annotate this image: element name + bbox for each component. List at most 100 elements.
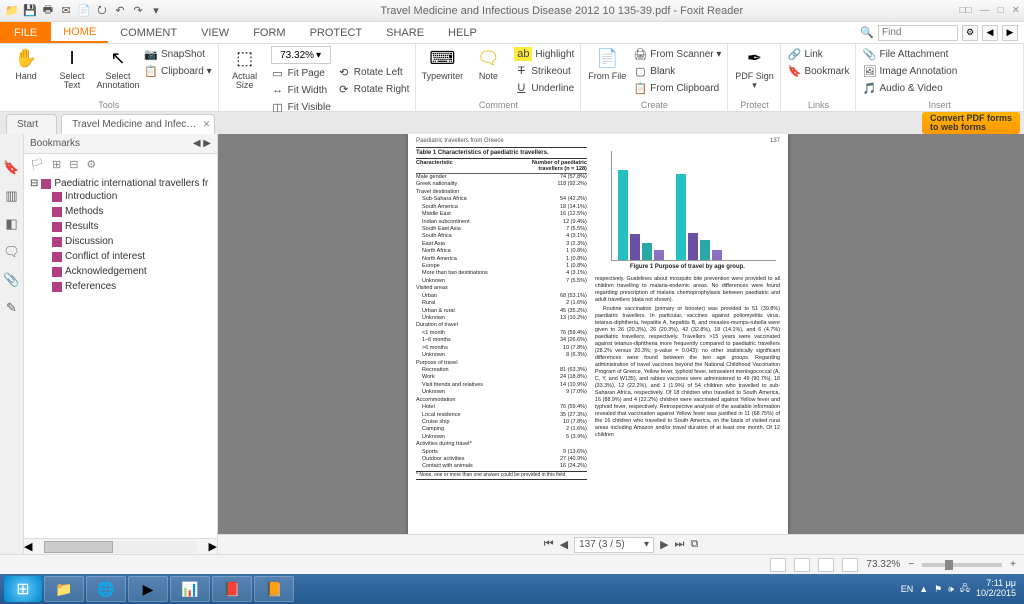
file-attachment-button[interactable]: 📎File Attachment <box>862 46 957 62</box>
tab-start[interactable]: Start <box>6 114 57 134</box>
close-icon[interactable]: ✕ <box>1012 5 1020 16</box>
scroll-track[interactable] <box>44 541 196 553</box>
first-page-button[interactable]: ⏮ <box>544 538 554 551</box>
tab-help[interactable]: HELP <box>436 22 489 43</box>
find-next-button[interactable]: ▶ <box>1002 25 1018 41</box>
bookmark-item[interactable]: Discussion <box>52 234 217 249</box>
rotate-right-button[interactable]: ⟳Rotate Right <box>337 81 410 97</box>
attachments-panel-icon[interactable]: 📎 <box>4 272 20 288</box>
bookmark-item[interactable]: Acknowledgement <box>52 264 217 279</box>
tab-form[interactable]: FORM <box>241 22 297 43</box>
new-bookmark-icon[interactable]: 🏳 <box>30 158 44 171</box>
underline-button[interactable]: UUnderline <box>514 80 574 96</box>
taskbar-app[interactable]: ▶ <box>128 576 168 602</box>
bookmark-item[interactable]: Conflict of interest <box>52 249 217 264</box>
actual-size-button[interactable]: ⬚ Actual Size <box>225 46 265 90</box>
expand-icon[interactable]: ⊞ <box>52 158 61 171</box>
language-indicator[interactable]: EN <box>901 584 914 594</box>
page-display-icon[interactable]: ⧉ <box>690 538 698 551</box>
clipboard-button[interactable]: 📋Clipboard ▾ <box>144 63 212 79</box>
view-mode-cont-facing-icon[interactable] <box>842 558 858 572</box>
taskbar-app[interactable]: 📙 <box>254 576 294 602</box>
taskbar-app[interactable]: 🌐 <box>86 576 126 602</box>
hand-button[interactable]: ✋ Hand <box>6 46 46 81</box>
close-tab-icon[interactable]: ✕ <box>203 119 211 130</box>
promo-banner[interactable]: Convert PDF forms to web forms <box>922 112 1020 134</box>
refresh-icon[interactable]: ⭮ <box>94 3 110 19</box>
taskbar-app[interactable]: 📊 <box>170 576 210 602</box>
clock[interactable]: 7:11 μμ 10/2/2015 <box>976 579 1020 599</box>
maximize-icon[interactable]: □ <box>998 5 1004 16</box>
bookmark-button[interactable]: 🔖Bookmark <box>787 63 849 79</box>
bookmarks-hscroll[interactable]: ◀ ▶ <box>24 538 217 554</box>
layers-panel-icon[interactable]: ◧ <box>4 216 20 232</box>
find-prev-button[interactable]: ◀ <box>982 25 998 41</box>
bookmark-item[interactable]: References <box>52 279 217 294</box>
typewriter-button[interactable]: ⌨ Typewriter <box>422 46 462 81</box>
search-icon[interactable]: 🔍 <box>860 26 874 39</box>
zoom-in-button[interactable]: + <box>1010 559 1016 570</box>
tab-share[interactable]: SHARE <box>374 22 436 43</box>
signatures-panel-icon[interactable]: ✎ <box>4 300 20 316</box>
minimize-icon[interactable]: — <box>980 5 990 16</box>
from-scanner-button[interactable]: 🖨From Scanner ▾ <box>633 46 721 62</box>
tray-volume-icon[interactable]: 🕪 <box>948 584 954 595</box>
tray-network-icon[interactable]: 🖧 <box>960 581 970 597</box>
bookmark-item[interactable]: Introduction <box>52 189 217 204</box>
fit-page-button[interactable]: ▭Fit Page <box>271 65 331 81</box>
page-number-input[interactable]: 137 (3 / 5)▾ <box>574 537 654 553</box>
qat-more-icon[interactable]: ▾ <box>148 3 164 19</box>
pages-panel-icon[interactable]: ▥ <box>4 188 20 204</box>
pdf-sign-button[interactable]: ✒ PDF Sign ▾ <box>734 46 774 90</box>
print-icon[interactable]: 🖶 <box>40 3 56 19</box>
select-annotation-button[interactable]: ↖ Select Annotation <box>98 46 138 90</box>
highlight-button[interactable]: abHighlight <box>514 46 574 62</box>
zoom-slider[interactable] <box>922 563 1002 567</box>
snapshot-button[interactable]: 📷SnapShot <box>144 46 212 62</box>
prev-page-button[interactable]: ◀ <box>560 538 568 551</box>
save-icon[interactable]: 💾 <box>22 3 38 19</box>
tab-comment[interactable]: COMMENT <box>108 22 189 43</box>
page-icon[interactable]: 📄 <box>76 3 92 19</box>
tab-document[interactable]: Travel Medicine and Infec…✕ <box>61 114 215 134</box>
tab-file[interactable]: FILE <box>0 22 51 43</box>
fit-width-button[interactable]: ↔Fit Width <box>271 82 331 98</box>
panel-collapse-icon[interactable]: ◀ ▶ <box>193 138 211 149</box>
tab-home[interactable]: HOME <box>51 22 108 43</box>
bookmark-root[interactable]: ⊟ Paediatric international travellers fr <box>30 178 217 189</box>
scroll-thumb[interactable] <box>44 541 112 553</box>
zoom-slider-knob[interactable] <box>945 560 953 570</box>
mail-icon[interactable]: ✉ <box>58 3 74 19</box>
select-text-button[interactable]: ꓲ Select Text <box>52 46 92 90</box>
link-button[interactable]: 🔗Link <box>787 46 849 62</box>
collapse-icon[interactable]: ⊟ <box>69 158 78 171</box>
view-mode-continuous-icon[interactable] <box>794 558 810 572</box>
next-page-button[interactable]: ▶ <box>660 538 668 551</box>
from-clipboard-button[interactable]: 📋From Clipboard <box>633 80 721 96</box>
redo-icon[interactable]: ↷ <box>130 3 146 19</box>
image-annotation-button[interactable]: 🖼Image Annotation <box>862 63 957 79</box>
scroll-right-icon[interactable]: ▶ <box>209 540 217 553</box>
scroll-left-icon[interactable]: ◀ <box>24 540 32 553</box>
undo-icon[interactable]: ↶ <box>112 3 128 19</box>
options-icon[interactable]: ⚙ <box>86 158 96 171</box>
taskbar-app[interactable]: 📁 <box>44 576 84 602</box>
bookmark-item[interactable]: Results <box>52 219 217 234</box>
find-input[interactable] <box>878 25 958 41</box>
taskbar-app[interactable]: 📕 <box>212 576 252 602</box>
view-mode-single-icon[interactable] <box>770 558 786 572</box>
audio-video-button[interactable]: 🎵Audio & Video <box>862 80 957 96</box>
tray-flag-icon[interactable]: ⚑ <box>934 584 942 595</box>
bookmarks-panel-icon[interactable]: 🔖 <box>4 160 20 176</box>
from-file-button[interactable]: 📄 From File <box>587 46 627 81</box>
strikeout-button[interactable]: TStrikeout <box>514 63 574 79</box>
zoom-out-button[interactable]: − <box>908 559 914 570</box>
tab-protect[interactable]: PROTECT <box>298 22 375 43</box>
last-page-button[interactable]: ⏭ <box>675 538 685 551</box>
comments-panel-icon[interactable]: 🗨 <box>4 244 20 260</box>
find-options-button[interactable]: ⚙ <box>962 25 978 41</box>
tree-toggle-icon[interactable]: ⊟ <box>30 178 38 189</box>
tray-more-icon[interactable]: ▲ <box>919 584 928 594</box>
tab-view[interactable]: VIEW <box>189 22 241 43</box>
note-button[interactable]: 🗨 Note <box>468 46 508 81</box>
